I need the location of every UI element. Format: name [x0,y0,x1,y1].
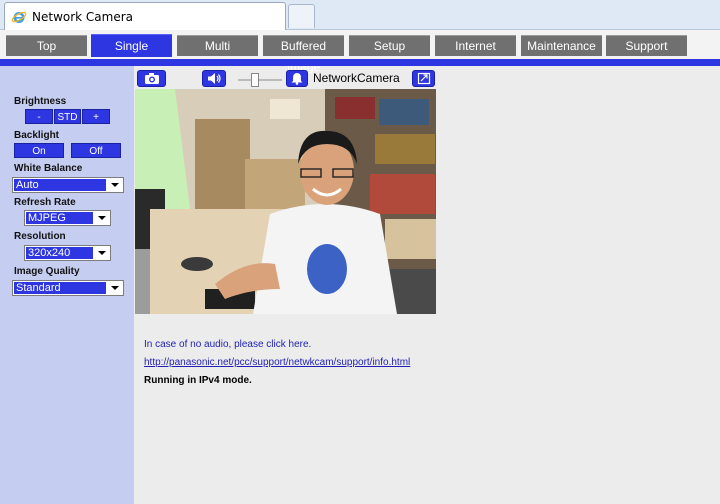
brightness-label: Brightness [14,96,67,107]
volume-slider-handle[interactable] [251,73,259,87]
backlight-on-button[interactable]: On [14,143,64,158]
ip-mode-status: Running in IPv4 mode. [144,375,252,386]
image-quality-value: Standard [14,282,106,294]
chevron-down-icon [107,178,123,192]
alarm-button[interactable] [286,70,308,87]
brightness-minus-button[interactable]: - [25,109,53,124]
browser-tab-title: Network Camera [32,9,134,24]
no-audio-link[interactable]: In case of no audio, please click here. [144,339,311,350]
refresh-rate-label: Refresh Rate [14,197,76,208]
tab-maintenance[interactable]: Maintenance [521,35,602,56]
image-quality-label: Image Quality [14,266,80,277]
fullscreen-button[interactable] [412,70,435,87]
chevron-down-icon [107,281,123,295]
tab-single[interactable]: Single [91,34,172,57]
camera-name: NetworkCamera [313,71,400,85]
brightness-std-button[interactable]: STD [54,109,81,124]
tab-setup[interactable]: Setup [349,35,430,56]
brightness-plus-button[interactable]: + [82,109,110,124]
camera-video-feed [135,89,436,314]
browser-tab[interactable]: Network Camera [4,2,286,30]
resolution-select[interactable]: 320x240 [24,245,111,261]
white-balance-label: White Balance [14,163,83,174]
nav-underline [0,59,720,66]
refresh-rate-select[interactable]: MJPEG [24,210,111,226]
tab-multi[interactable]: Multi [177,35,258,56]
tab-top[interactable]: Top [6,35,87,56]
browser-tab-strip: Network Camera [0,0,720,30]
chevron-down-icon [94,246,110,260]
new-tab-button[interactable] [288,4,315,28]
ie-icon [11,9,27,25]
white-balance-select[interactable]: Auto [12,177,124,193]
resolution-value: 320x240 [26,247,93,259]
audio-button[interactable] [202,70,226,87]
bell-icon [291,73,303,85]
support-url-link[interactable]: http://panasonic.net/pcc/support/netwkca… [144,357,410,368]
main-nav: Top Single Multi Buffered Image Setup In… [0,30,720,74]
camera-icon [144,73,159,84]
speaker-icon [207,73,221,84]
tab-buffered-image[interactable]: Buffered Image [263,35,344,74]
snapshot-button[interactable] [137,70,166,87]
backlight-off-button[interactable]: Off [71,143,121,158]
tab-internet[interactable]: Internet [435,35,516,56]
volume-slider-track[interactable] [238,79,282,81]
image-quality-select[interactable]: Standard [12,280,124,296]
fullscreen-icon [417,72,430,85]
tab-support[interactable]: Support [606,35,687,56]
resolution-label: Resolution [14,231,66,242]
backlight-label: Backlight [14,130,60,141]
chevron-down-icon [94,211,110,225]
white-balance-value: Auto [14,179,106,191]
refresh-rate-value: MJPEG [26,212,93,224]
